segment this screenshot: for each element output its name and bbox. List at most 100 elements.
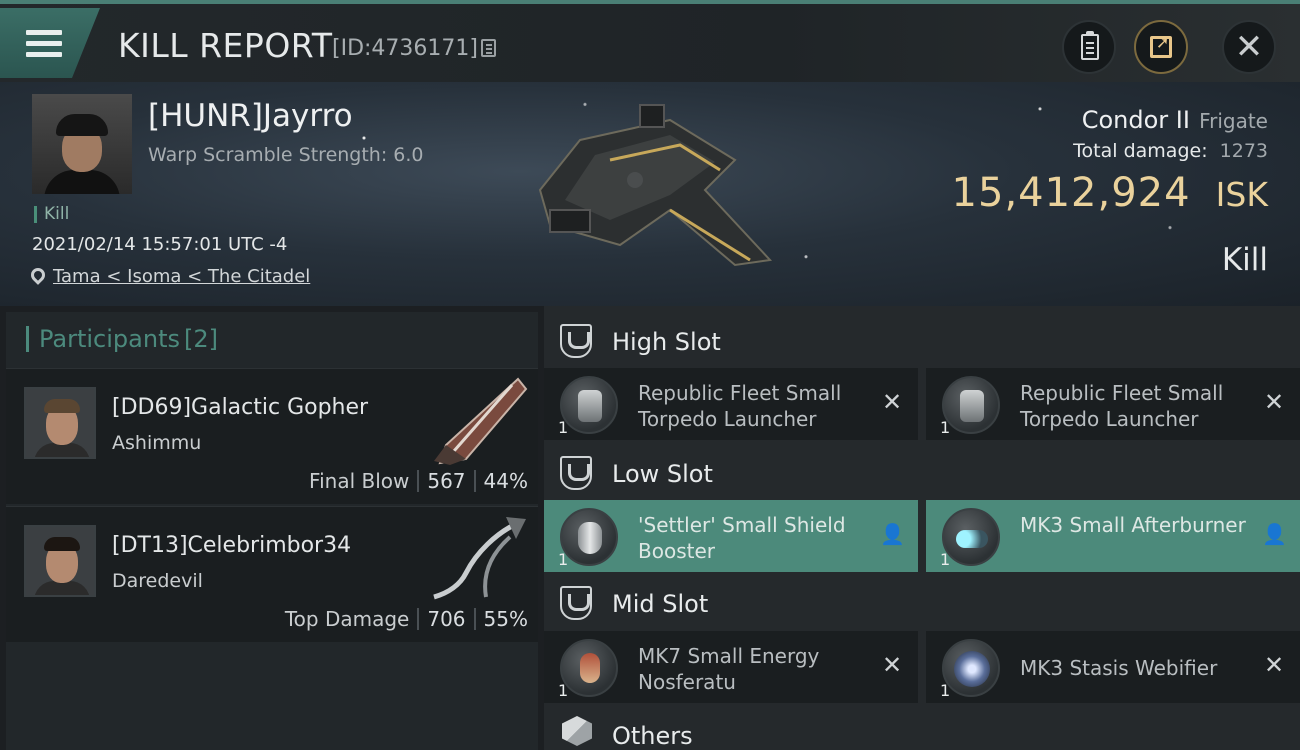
fitting-panel: High Slot 1 Republic Fleet Small Torpedo…: [544, 306, 1300, 750]
participant-stats: Final Blow 567 44%: [309, 469, 528, 493]
close-button[interactable]: ✕: [1222, 20, 1276, 74]
participant-ship: Ashimmu: [112, 432, 202, 454]
module-name: Republic Fleet Small Torpedo Launcher: [638, 381, 842, 431]
participant-ship-image[interactable]: [426, 375, 530, 467]
isk-unit: ISK: [1215, 175, 1268, 214]
victim-name[interactable]: [HUNR]Jayrro: [148, 98, 353, 134]
stat-divider: [473, 608, 476, 630]
victim-portrait[interactable]: [32, 94, 132, 194]
menu-icon: [26, 30, 62, 35]
menu-button[interactable]: [0, 8, 100, 78]
module-name: MK7 Small Energy Nosferatu: [638, 644, 820, 694]
participant-percent: 44%: [483, 469, 528, 493]
module-icon-core: [954, 651, 990, 687]
participant-stats: Top Damage 706 55%: [285, 607, 528, 631]
cube-icon: [562, 716, 592, 746]
total-damage-value: 1273: [1219, 140, 1268, 162]
module-name: MK3 Stasis Webifier: [1020, 656, 1218, 680]
isk-value: 15,412,924: [951, 170, 1191, 216]
victim-header: [HUNR]Jayrro Warp Scramble Strength: 6.0…: [0, 82, 1300, 306]
avatar-hair: [44, 537, 80, 551]
kill-tag: Kill: [34, 206, 69, 223]
module-card[interactable]: 1 MK3 Small Afterburner 👤: [926, 500, 1300, 572]
menu-icon-bar: [26, 41, 62, 46]
portrait-cap: [56, 114, 108, 136]
participant-row[interactable]: [DD69]Galactic Gopher Ashimmu Final Blow…: [6, 368, 538, 504]
stat-divider: [417, 470, 420, 492]
module-icon-core: [960, 390, 984, 422]
shield-booster-icon: [560, 508, 618, 566]
module-icon-core: [578, 522, 602, 554]
mid-slot-title: Mid Slot: [612, 590, 709, 618]
participants-count: [2]: [183, 325, 218, 353]
participant-ship: Daredevil: [112, 570, 203, 592]
destroyed-icon: ✕: [1263, 651, 1285, 679]
participant-name: [DT13]Celebrimbor34: [112, 533, 352, 558]
participants-panel: Participants [2] [DD69]Galactic Gopher As…: [6, 312, 538, 750]
module-card[interactable]: 1 'Settler' Small Shield Booster 👤: [544, 500, 918, 572]
destroyed-icon: ✕: [881, 388, 903, 416]
afterburner-icon: [942, 508, 1000, 566]
victim-ship-class: Frigate: [1199, 109, 1268, 133]
dropped-person-icon: 👤: [1262, 522, 1287, 546]
participant-avatar[interactable]: [24, 387, 96, 459]
module-quantity: 1: [558, 681, 569, 700]
portrait-body: [44, 170, 120, 194]
avatar-body: [34, 443, 90, 457]
module-icon-core: [956, 530, 988, 548]
victim-ship-line: Condor II Frigate: [1082, 106, 1268, 134]
others-header: Others: [544, 704, 1300, 750]
participant-damage: 706: [427, 607, 466, 631]
module-card[interactable]: 1 MK7 Small Energy Nosferatu ✕: [544, 631, 918, 703]
share-button[interactable]: [1134, 20, 1188, 74]
participant-name: [DD69]Galactic Gopher: [112, 395, 369, 420]
module-icon-core: [580, 653, 600, 683]
victim-ship-image[interactable]: [520, 100, 790, 280]
participant-percent: 55%: [483, 607, 528, 631]
high-slot-icon: [560, 324, 592, 358]
participant-row[interactable]: [DT13]Celebrimbor34 Daredevil Top Damage…: [6, 506, 538, 642]
low-slot-title: Low Slot: [612, 460, 713, 488]
top-bar: KILL REPORT [ID:4736171] ✕: [0, 0, 1300, 82]
dropped-person-icon: 👤: [880, 522, 905, 546]
stat-divider: [473, 470, 476, 492]
close-icon: ✕: [1234, 27, 1264, 67]
high-slot-header: High Slot: [544, 310, 1300, 372]
page-title: KILL REPORT: [118, 26, 333, 65]
participant-ship-image[interactable]: [426, 513, 530, 605]
participant-avatar[interactable]: [24, 525, 96, 597]
menu-icon-bar: [26, 52, 62, 57]
location-link[interactable]: Tama < Isoma < The Citadel: [53, 266, 310, 287]
participant-role: Final Blow: [309, 469, 410, 493]
low-slot-icon: [560, 456, 592, 490]
module-quantity: 1: [558, 550, 569, 569]
module-quantity: 1: [940, 418, 951, 437]
mid-slot-header: Mid Slot: [544, 572, 1300, 634]
isk-line: 15,412,924 ISK: [952, 170, 1268, 216]
avatar-body: [34, 581, 90, 595]
module-quantity: 1: [940, 550, 951, 569]
mid-slot-icon: [560, 586, 592, 620]
module-card[interactable]: 1 Republic Fleet Small Torpedo Launcher …: [926, 368, 1300, 440]
clipboard-icon: [1081, 31, 1099, 60]
module-card[interactable]: 1 MK3 Stasis Webifier ✕: [926, 631, 1300, 703]
clipboard-button[interactable]: [1062, 20, 1116, 74]
victim-ship-name[interactable]: Condor II: [1082, 106, 1190, 134]
stat-divider: [417, 608, 420, 630]
destroyed-icon: ✕: [881, 651, 903, 679]
location-pin-icon: [28, 265, 48, 285]
torpedo-launcher-icon: [942, 376, 1000, 434]
total-damage-line: Total damage: 1273: [1073, 140, 1268, 162]
participants-title: Participants [2]: [26, 326, 218, 352]
module-name: 'Settler' Small Shield Booster: [638, 513, 846, 563]
participant-role: Top Damage: [284, 607, 410, 631]
module-icon-core: [578, 390, 602, 422]
copy-icon[interactable]: [481, 39, 496, 57]
high-slot-title: High Slot: [612, 328, 721, 356]
torpedo-launcher-icon: [560, 376, 618, 434]
module-card[interactable]: 1 Republic Fleet Small Torpedo Launcher …: [544, 368, 918, 440]
low-slot-header: Low Slot: [544, 442, 1300, 504]
share-icon: [1150, 33, 1172, 58]
warp-scramble-strength: Warp Scramble Strength: 6.0: [148, 144, 424, 166]
stasis-webifier-icon: [942, 639, 1000, 697]
